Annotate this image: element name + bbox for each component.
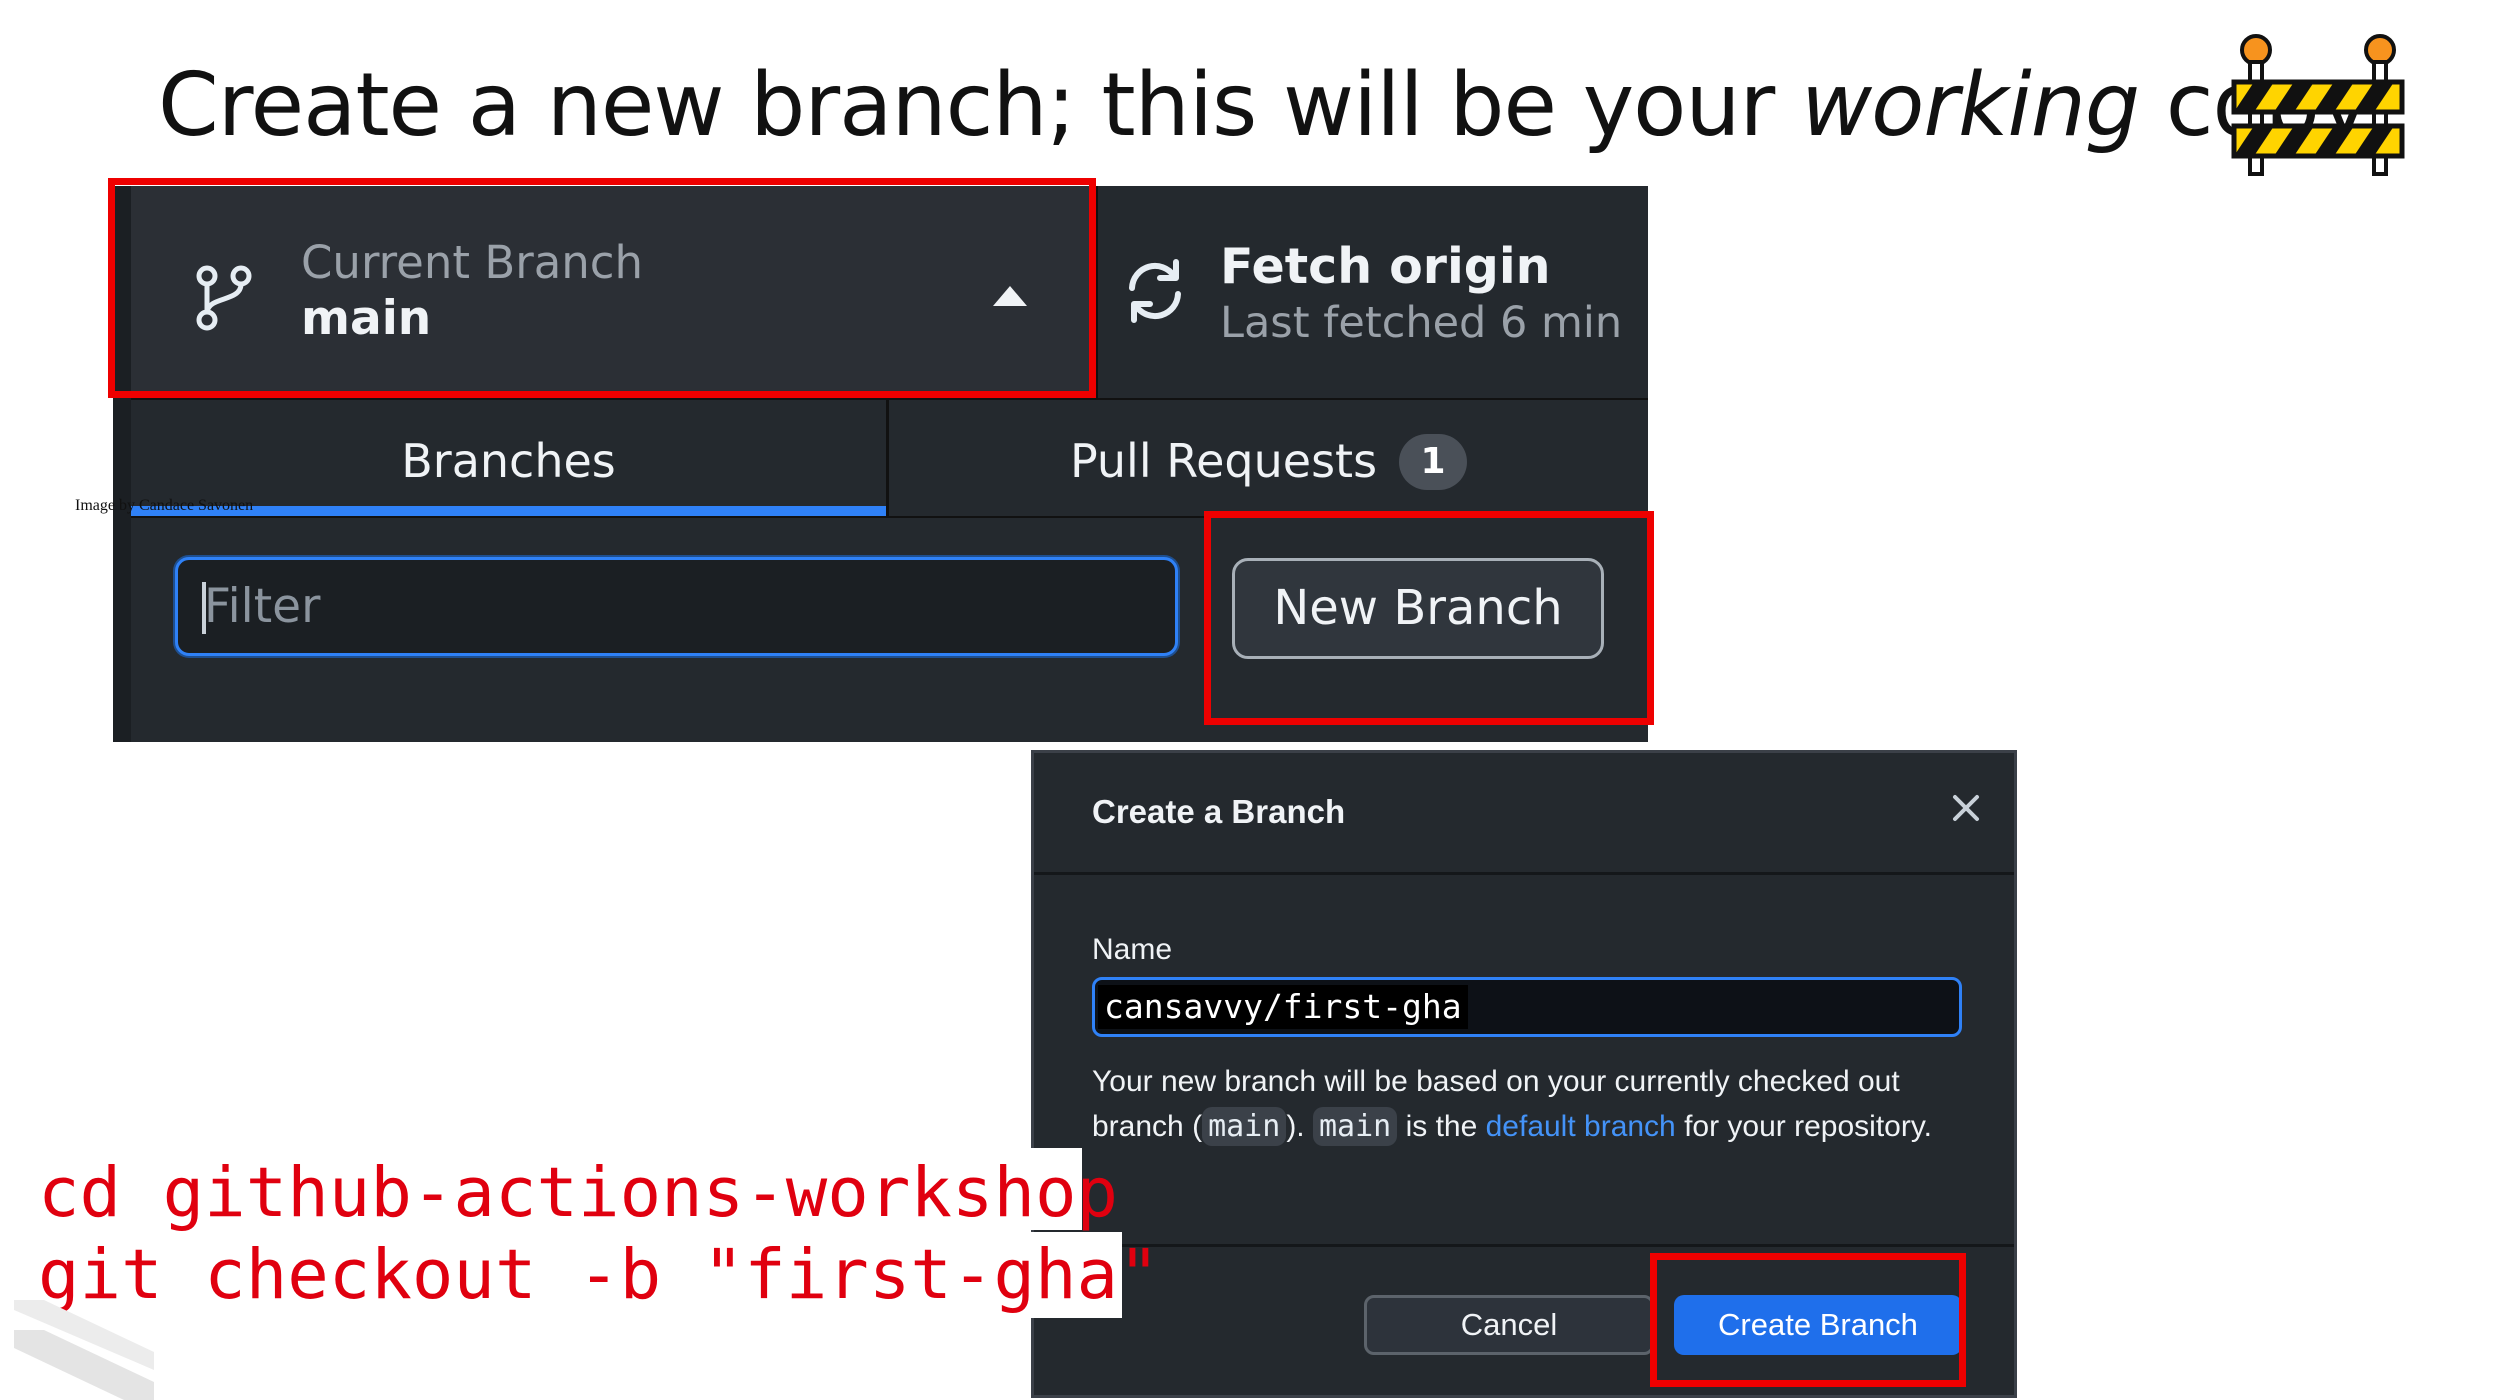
pr-count-badge: 1 [1399,434,1468,490]
tab-branches-label: Branches [401,434,616,488]
dialog-title: Create a Branch [1092,793,1346,830]
cancel-button[interactable]: Cancel [1364,1295,1654,1355]
road-barrier-icon [2231,34,2405,176]
desc-text-2: ). [1286,1110,1313,1143]
branch-name-value: cansavvy/first-gha [1098,985,1468,1029]
text-cursor [202,582,206,634]
highlight-current-branch [108,178,1096,398]
fetch-origin-button[interactable]: Fetch origin Last fetched 6 min [1098,186,1648,398]
decorative-chevron-icon [14,1300,154,1400]
highlight-create-branch [1650,1253,1966,1387]
sync-icon [1129,259,1181,323]
title-part-1: Create a new branch; this will be your [158,54,1801,156]
dialog-header-divider [1034,872,2014,875]
tab-pull-requests-label: Pull Requests [1069,434,1378,488]
highlight-new-branch [1204,511,1654,725]
title-emphasis: working [1800,54,2140,156]
image-credit: Image by Candace Savonen [75,497,254,514]
desc-text-3: is the [1397,1110,1486,1143]
default-branch-link[interactable]: default branch [1486,1110,1676,1143]
last-fetched-text: Last fetched 6 min [1220,298,1623,348]
branch-tabs: Branches Pull Requests 1 [131,400,1648,516]
dialog-footer-divider [1034,1244,2014,1247]
fetch-origin-label: Fetch origin [1220,238,1551,295]
tab-pull-requests-text: Pull Requests 1 [889,434,1648,490]
cli-command-cd: cd github-actions-workshop [38,1153,1119,1233]
cli-command-checkout: git checkout -b "first-gha" [38,1235,1160,1315]
default-branch-chip: main [1312,1107,1398,1146]
branch-name-label: Name [1092,933,1173,966]
branch-description: Your new branch will be based on your cu… [1092,1059,1972,1149]
base-branch-chip: main [1202,1107,1287,1146]
branch-filter-input[interactable] [175,557,1178,656]
close-icon[interactable] [1951,793,1981,823]
slide-title: Create a new branch; this will be your w… [158,48,2371,163]
tab-pull-requests[interactable]: Pull Requests 1 [889,400,1648,516]
desc-text-4: for your repository. [1675,1110,1932,1143]
